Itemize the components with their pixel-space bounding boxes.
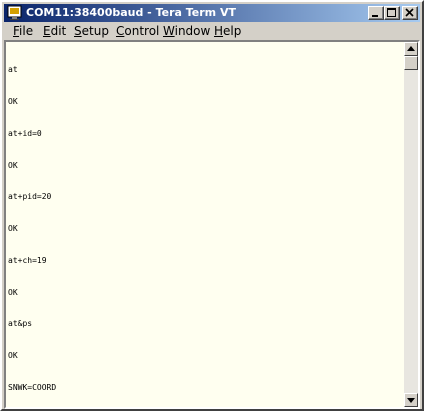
close-icon — [405, 8, 414, 17]
terminal-line: at+id=0 — [8, 128, 42, 138]
arrow-down-icon — [407, 398, 415, 403]
terminal-line: OK — [8, 160, 18, 170]
menu-bar: File Edit Setup Control Window Help — [4, 22, 420, 40]
minimize-button[interactable] — [368, 6, 384, 20]
window-title: COM11:38400baud - Tera Term VT — [26, 6, 236, 19]
title-bar[interactable]: COM11:38400baud - Tera Term VT — [4, 4, 420, 22]
maximize-button[interactable] — [384, 6, 400, 20]
terminal-line: at&ps — [8, 319, 33, 329]
terminal-line: OK — [8, 96, 18, 106]
terminal-output: at OK at+id=0 OK at+pid=20 OK at+ch=19 O… — [8, 44, 56, 407]
terminal-line: SNWK=COORD — [8, 383, 57, 392]
menu-control[interactable]: Control — [115, 23, 160, 39]
scroll-down-button[interactable] — [404, 393, 418, 407]
close-button[interactable] — [402, 6, 418, 20]
tera-term-window: COM11:38400baud - Tera Term VT File Edit… — [0, 0, 424, 411]
terminal-line: OK — [8, 351, 18, 361]
arrow-up-icon — [407, 46, 415, 51]
menu-window[interactable]: Window — [162, 23, 211, 39]
terminal-line: at+pid=20 — [8, 192, 52, 202]
scroll-thumb[interactable] — [404, 56, 418, 70]
terminal-area[interactable]: at OK at+id=0 OK at+pid=20 OK at+ch=19 O… — [6, 42, 404, 407]
menu-help[interactable]: Help — [213, 23, 242, 39]
menu-file[interactable]: File — [12, 23, 34, 39]
tera-term-app-icon[interactable] — [7, 5, 23, 21]
scroll-up-button[interactable] — [404, 42, 418, 56]
menu-setup[interactable]: Setup — [73, 23, 110, 39]
terminal-line: OK — [8, 224, 18, 234]
minimize-icon — [372, 15, 378, 17]
terminal-line: at — [8, 65, 18, 75]
terminal-frame: at OK at+id=0 OK at+pid=20 OK at+ch=19 O… — [4, 40, 420, 409]
terminal-line: at+ch=19 — [8, 255, 47, 265]
maximize-icon — [387, 8, 396, 17]
menu-edit[interactable]: Edit — [42, 23, 67, 39]
terminal-line: OK — [8, 287, 18, 297]
vertical-scrollbar[interactable] — [404, 42, 418, 407]
